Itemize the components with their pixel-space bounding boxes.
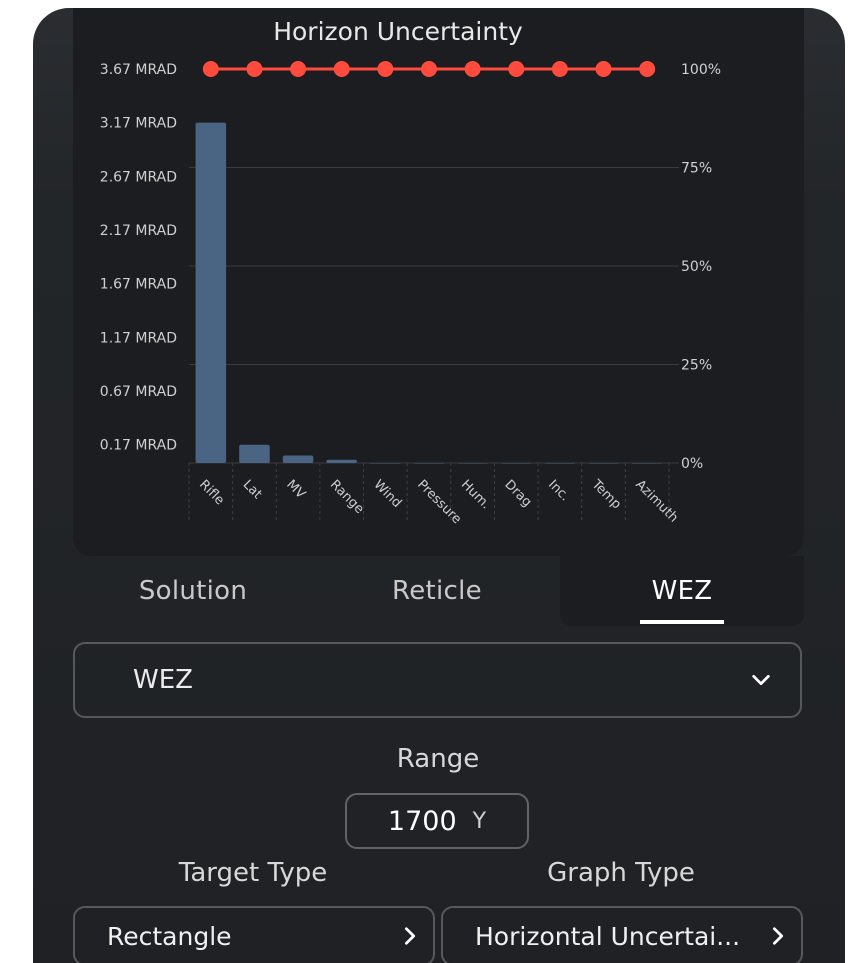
x-tick-label: Lat (240, 477, 265, 502)
x-tick-label: Inc. (545, 477, 572, 504)
bar-mv (282, 455, 314, 463)
bar-temp (588, 463, 619, 464)
chevron-right-icon (404, 927, 416, 945)
bar-hum (457, 463, 488, 464)
y-right-tick-label: 0% (681, 456, 703, 472)
line-point (639, 61, 656, 77)
x-tick-label: Range (327, 477, 367, 517)
y-right-tick-label: 25% (681, 358, 712, 374)
line-point (246, 61, 263, 77)
line-point (508, 61, 525, 77)
chevron-right-icon (772, 927, 784, 945)
y-left-tick-label: 0.17 MRAD (100, 438, 177, 454)
range-value: 1700 (387, 805, 457, 837)
tab-wez[interactable]: WEZ (560, 556, 804, 626)
y-right-tick-label: 75% (681, 161, 712, 177)
line-point (377, 61, 394, 77)
line-point (290, 61, 307, 77)
range-unit: Y (472, 808, 487, 834)
bar-wind (370, 463, 401, 464)
chart-title: Horizon Uncertainty (273, 17, 523, 46)
graph-type-label: Graph Type (547, 858, 695, 888)
x-tick-label: MV (283, 477, 308, 502)
target-type-value: Rectangle (107, 921, 232, 951)
line-point (551, 61, 568, 77)
x-tick-label: Drag (501, 477, 534, 510)
y-left-tick-label: 2.67 MRAD (100, 169, 177, 185)
mode-dropdown-value: WEZ (133, 665, 193, 695)
graph-type-value: Horizontal Uncertai... (475, 921, 741, 951)
x-tick-label: Pressure (414, 477, 464, 527)
line-point (202, 61, 219, 77)
line-point (333, 61, 350, 77)
range-input[interactable]: 1700 Y (345, 793, 529, 849)
x-tick-label: Rifle (196, 477, 227, 508)
bar-inc (544, 463, 576, 464)
y-left-tick-label: 3.67 MRAD (100, 62, 177, 78)
bar-drag (501, 463, 532, 464)
uncertainty-chart: Horizon Uncertainty 3.67 MRAD 3.17 MRAD 2.… (73, 8, 804, 556)
tab-bar: Solution Reticle WEZ (33, 556, 845, 626)
active-tab-indicator (640, 620, 724, 624)
bar-lat (239, 444, 270, 463)
tab-solution[interactable]: Solution (71, 556, 315, 626)
line-point (464, 61, 481, 77)
x-tick-label: Hum. (458, 477, 493, 512)
x-tick-label: Azimuth (632, 477, 680, 525)
mode-dropdown[interactable]: WEZ (73, 642, 802, 718)
target-type-label: Target Type (178, 858, 328, 888)
line-point (421, 61, 437, 77)
y-left-tick-label: 2.17 MRAD (100, 223, 177, 239)
y-right-tick-label: 100% (681, 62, 721, 78)
chart-svg: Horizon Uncertainty 3.67 MRAD 3.17 MRAD 2.… (100, 17, 721, 527)
y-left-tick-label: 3.17 MRAD (100, 116, 177, 132)
x-tick-label: Wind (371, 477, 405, 511)
bar-rifle (195, 122, 227, 464)
graph-type-select[interactable]: Horizontal Uncertai... (441, 906, 803, 963)
bar-pressure (413, 463, 445, 464)
bar-range (326, 459, 357, 463)
app-panel: Horizon Uncertainty 3.67 MRAD 3.17 MRAD 2.… (33, 8, 845, 963)
target-type-select[interactable]: Rectangle (73, 906, 435, 963)
line-point (595, 61, 612, 77)
chevron-down-icon (752, 674, 770, 686)
y-left-tick-label: 0.67 MRAD (100, 384, 177, 400)
range-label: Range (396, 744, 480, 774)
y-left-tick-label: 1.17 MRAD (100, 330, 177, 346)
y-left-tick-label: 1.67 MRAD (100, 277, 177, 293)
x-tick-label: Temp (588, 477, 624, 513)
y-right-tick-label: 50% (681, 259, 712, 275)
tab-reticle[interactable]: Reticle (315, 556, 559, 626)
bar-azimuth (631, 463, 663, 464)
